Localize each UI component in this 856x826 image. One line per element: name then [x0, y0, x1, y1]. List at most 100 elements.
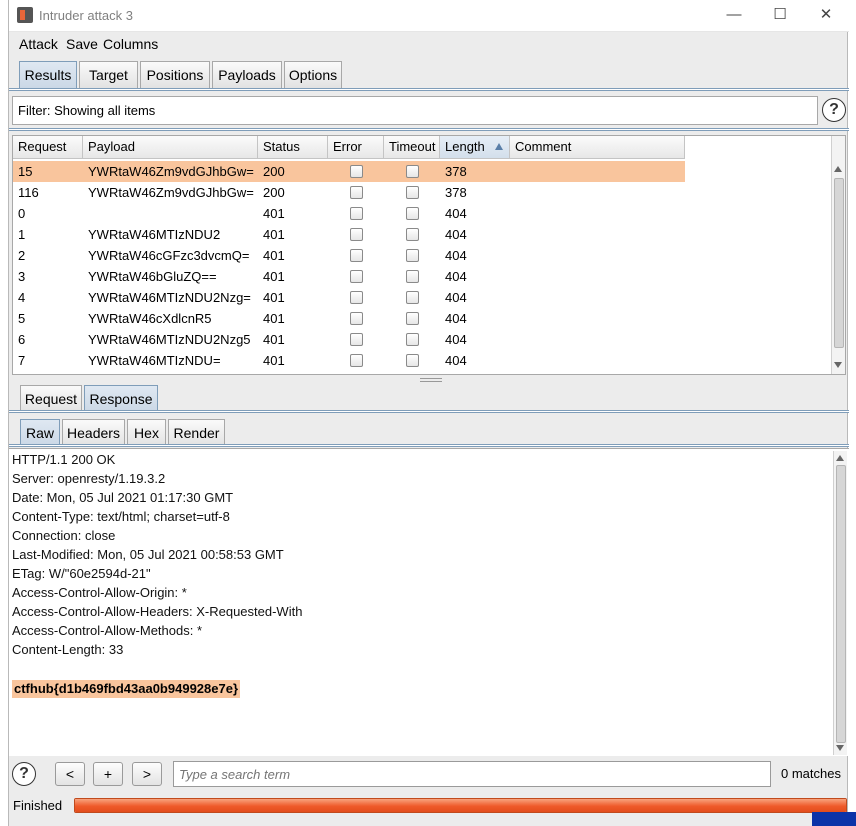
tab-raw[interactable]: Raw — [20, 419, 60, 446]
cell-payload: YWRtaW46MTIzNDU2Nzg= — [88, 290, 251, 305]
add-button[interactable]: + — [93, 762, 123, 786]
column-header-request[interactable]: Request — [13, 136, 83, 159]
column-header-timeout[interactable]: Timeout — [384, 136, 440, 159]
cell-length: 404 — [445, 269, 467, 284]
tab-target[interactable]: Target — [79, 61, 138, 88]
error-checkbox — [350, 186, 363, 199]
error-checkbox — [350, 207, 363, 220]
cell-length: 404 — [445, 290, 467, 305]
tab-positions[interactable]: Positions — [140, 61, 210, 88]
table-row[interactable]: 1 YWRtaW46MTIzNDU2 401 404 — [13, 224, 685, 245]
tab-options[interactable]: Options — [284, 61, 342, 88]
cell-length: 378 — [445, 185, 467, 200]
response-line: Connection: close — [12, 528, 116, 543]
cell-status: 401 — [263, 353, 285, 368]
timeout-checkbox — [406, 354, 419, 367]
cell-payload: YWRtaW46MTIzNDU2Nzg5 — [88, 332, 251, 347]
table-row[interactable]: 2 YWRtaW46cGFzc3dvcmQ= 401 404 — [13, 245, 685, 266]
cell-status: 401 — [263, 206, 285, 221]
search-help-icon[interactable]: ? — [12, 762, 36, 786]
tab-results[interactable]: Results — [19, 61, 77, 88]
menu-attack[interactable]: Attack — [19, 36, 58, 52]
filter-help-icon[interactable]: ? — [822, 98, 846, 122]
response-line: Access-Control-Allow-Headers: X-Requeste… — [12, 604, 303, 619]
cell-payload — [83, 203, 258, 224]
column-header-length-label: Length — [445, 139, 485, 154]
table-row[interactable]: 116 YWRtaW46Zm9vdGJhbGw= 200 378 — [13, 182, 685, 203]
view-tab-divider — [9, 444, 849, 447]
table-row[interactable]: 5 YWRtaW46cXdlcnR5 401 404 — [13, 308, 685, 329]
response-line: Access-Control-Allow-Origin: * — [12, 585, 187, 600]
cell-request: 1 — [18, 227, 26, 242]
split-pane-divider[interactable] — [420, 378, 442, 382]
detail-tab-divider — [9, 410, 849, 413]
previous-match-button[interactable]: < — [55, 762, 85, 786]
response-scroll-up-icon[interactable] — [836, 455, 844, 461]
tab-headers[interactable]: Headers — [62, 419, 125, 446]
tab-response[interactable]: Response — [84, 385, 158, 412]
column-header-error[interactable]: Error — [328, 136, 384, 159]
scroll-up-icon[interactable] — [834, 166, 842, 172]
response-line: Last-Modified: Mon, 05 Jul 2021 00:58:53… — [12, 547, 284, 562]
error-checkbox — [350, 228, 363, 241]
table-row[interactable]: 7 YWRtaW46MTIzNDU= 401 404 — [13, 350, 685, 371]
intruder-window: Intruder attack 3 — ☐ ✕ Attack Save Colu… — [8, 0, 849, 826]
scroll-down-icon[interactable] — [834, 362, 842, 368]
timeout-checkbox — [406, 207, 419, 220]
match-count: 0 matches — [781, 766, 841, 781]
cell-status: 401 — [263, 248, 285, 263]
column-header-length[interactable]: Length — [440, 136, 510, 159]
menu-save[interactable]: Save — [66, 36, 98, 52]
close-button[interactable]: ✕ — [811, 4, 841, 26]
minimize-button[interactable]: — — [719, 4, 749, 26]
flag-highlight: ctfhub{d1b469fbd43aa0b949928e7e} — [12, 680, 241, 698]
status-text: Finished — [13, 798, 63, 813]
response-scroll-thumb[interactable] — [836, 465, 846, 743]
table-row[interactable]: 15 YWRtaW46Zm9vdGJhbGw= 200 378 — [13, 161, 685, 182]
cell-status: 200 — [263, 164, 285, 179]
error-checkbox — [350, 249, 363, 262]
timeout-checkbox — [406, 270, 419, 283]
title-bar: Intruder attack 3 — ☐ ✕ — [9, 0, 849, 32]
table-row[interactable]: 0 401 404 — [13, 203, 685, 224]
cell-length: 404 — [445, 311, 467, 326]
next-match-button[interactable]: > — [132, 762, 162, 786]
error-checkbox — [350, 354, 363, 367]
column-header-comment[interactable]: Comment — [510, 136, 685, 159]
response-scrollbar[interactable] — [833, 451, 847, 755]
response-line: Server: openresty/1.19.3.2 — [12, 471, 166, 486]
cell-payload: YWRtaW46bGluZQ== — [88, 269, 217, 284]
cell-payload: YWRtaW46cXdlcnR5 — [88, 311, 212, 326]
table-row[interactable]: 3 YWRtaW46bGluZQ== 401 404 — [13, 266, 685, 287]
results-table: Request Payload Status Error Timeout Len… — [12, 135, 846, 375]
error-checkbox — [350, 291, 363, 304]
response-line: Content-Type: text/html; charset=utf-8 — [12, 509, 230, 524]
cell-request: 6 — [18, 332, 26, 347]
column-header-status[interactable]: Status — [258, 136, 328, 159]
tab-render[interactable]: Render — [168, 419, 225, 446]
filter-bar[interactable]: Filter: Showing all items — [12, 96, 818, 125]
timeout-checkbox — [406, 333, 419, 346]
maximize-button[interactable]: ☐ — [765, 4, 795, 26]
column-header-payload[interactable]: Payload — [83, 136, 258, 159]
table-row[interactable]: 6 YWRtaW46MTIzNDU2Nzg5 401 404 — [13, 329, 685, 350]
cell-request: 7 — [18, 353, 26, 368]
cell-length: 404 — [445, 227, 467, 242]
desktop-corner — [812, 812, 856, 826]
menu-columns[interactable]: Columns — [103, 36, 158, 52]
search-input[interactable] — [174, 762, 770, 786]
cell-status: 401 — [263, 332, 285, 347]
tab-payloads[interactable]: Payloads — [212, 61, 282, 88]
cell-payload: YWRtaW46MTIzNDU2 — [88, 227, 221, 242]
search-field[interactable] — [173, 761, 771, 787]
error-checkbox — [350, 165, 363, 178]
table-row[interactable]: 4 YWRtaW46MTIzNDU2Nzg= 401 404 — [13, 287, 685, 308]
tab-hex[interactable]: Hex — [127, 419, 166, 446]
cell-payload: YWRtaW46MTIzNDU= — [88, 353, 221, 368]
table-scrollbar[interactable] — [831, 136, 845, 374]
response-scroll-down-icon[interactable] — [836, 745, 844, 751]
scroll-thumb[interactable] — [834, 178, 844, 348]
error-checkbox — [350, 312, 363, 325]
tab-request[interactable]: Request — [20, 385, 82, 412]
cell-request: 5 — [18, 311, 26, 326]
